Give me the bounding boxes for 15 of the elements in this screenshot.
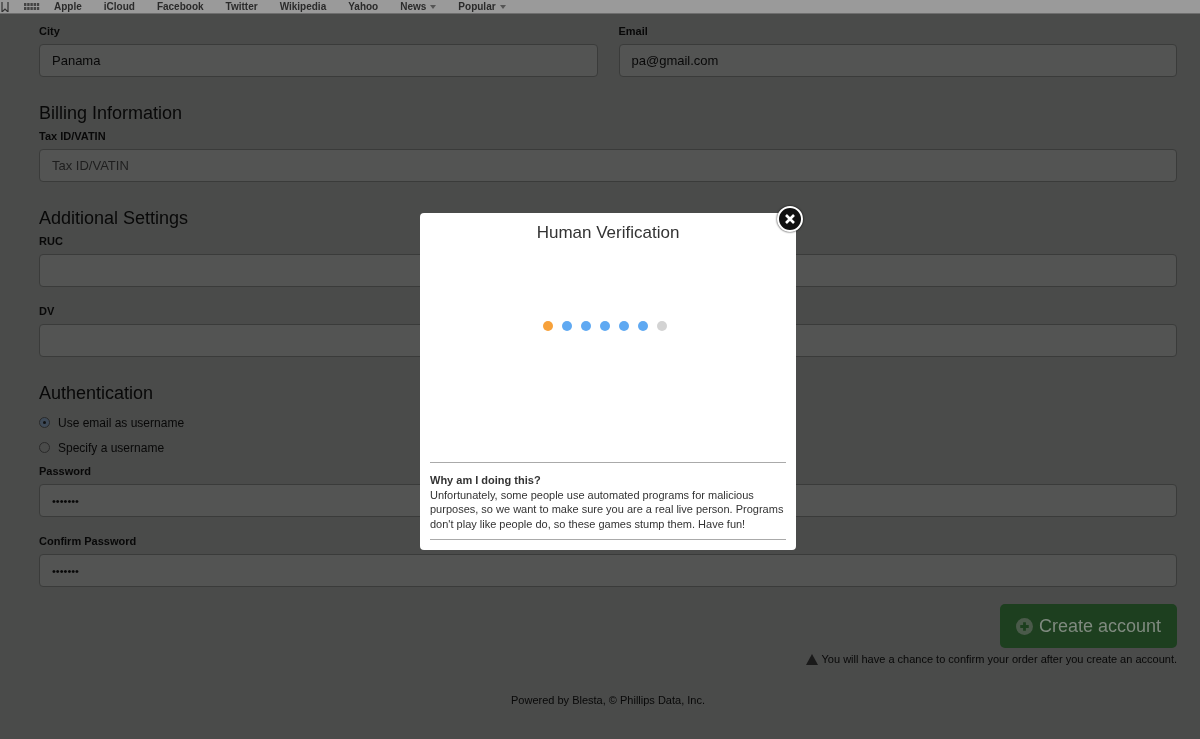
field-label: Password — [39, 464, 92, 478]
section-heading: Additional Settings — [39, 207, 189, 230]
info-heading: Why am I doing this? — [430, 473, 542, 488]
footer-text: Powered by Blesta, © Phillips Data, Inc. — [511, 694, 705, 706]
field-label: Email — [618, 24, 649, 38]
notice-text: You will have a chance to confirm your order after you create an account. — [821, 653, 1177, 665]
field-label: RUC — [39, 234, 64, 248]
field-label: Confirm Password — [39, 534, 138, 548]
section-heading: Billing Information — [39, 102, 183, 125]
dialog-title: Human Verification — [535, 223, 681, 243]
info-text: Unfortunately, some people use automated programs for malicious purposes, so we want to make sure you are a real live person. Programs don't play like people do, so these games stump them. Have fun! — [430, 487, 785, 531]
section-heading: Authentication — [39, 382, 154, 405]
field-label: Tax ID/VATIN — [39, 129, 107, 143]
field-label: DV — [39, 304, 56, 318]
field-label: City — [39, 24, 61, 38]
